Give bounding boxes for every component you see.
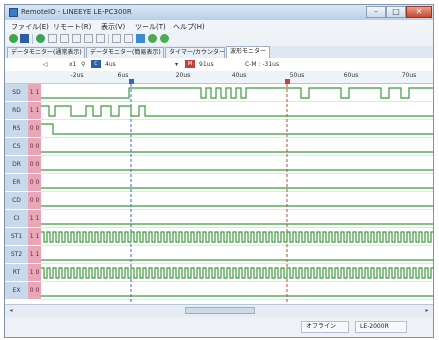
ruler-tick-label: 60us — [343, 72, 359, 79]
cursor-b-value: 91us — [199, 61, 214, 68]
control-bar: ◁ x1 ⚲ C 4us ▾ M 91us C-M : -31us — [5, 58, 433, 72]
signal-value: 1 1 — [28, 102, 41, 120]
waveform-canvas[interactable] — [41, 84, 433, 304]
horizontal-scrollbar[interactable]: ◂ ▸ — [5, 304, 433, 317]
back-icon[interactable] — [48, 34, 57, 43]
signal-name: CS — [5, 138, 28, 156]
menu-bar: ファイル(E) リモート(R) 表示(V) ツール(T) ヘルプ(H) — [5, 20, 433, 32]
toolbar — [5, 32, 433, 47]
zoom-in-icon[interactable] — [112, 34, 121, 43]
signal-value: 1 1 — [28, 210, 41, 228]
window-title: RemoteIO - LINEEYE LE-PC300R — [21, 8, 132, 16]
signal-name: ST2 — [5, 246, 28, 264]
print-icon[interactable] — [124, 34, 133, 43]
record-icon[interactable] — [36, 34, 45, 43]
menu-file[interactable]: ファイル(E) — [11, 22, 49, 32]
signal-value: 0 0 — [28, 120, 41, 138]
tab-data-monitor-normal[interactable]: データモニター(通常表示) — [7, 47, 85, 58]
tab-data-monitor-simple[interactable]: データモニター(簡易表示) — [86, 47, 164, 58]
tab-timer-counter[interactable]: タイマー/カウンター — [165, 47, 225, 58]
signal-name: EX — [5, 282, 28, 300]
ruler-tick-label: 50us — [289, 72, 305, 79]
ruler-tick-label: -2us — [70, 72, 84, 79]
refresh-icon[interactable] — [160, 34, 169, 43]
forward-icon[interactable] — [60, 34, 69, 43]
signal-waveform — [41, 267, 433, 279]
signal-waveform — [41, 123, 433, 135]
menu-remote[interactable]: リモート(R) — [53, 22, 91, 32]
signal-name: SD — [5, 84, 28, 102]
status-device: LE-2000R — [355, 321, 407, 333]
signal-waveform — [41, 231, 433, 243]
signal-name: CI — [5, 210, 28, 228]
monitor-icon[interactable] — [136, 34, 145, 43]
ruler-tick-label: 20us — [175, 72, 191, 79]
signal-value: 0 0 — [28, 192, 41, 210]
signal-name: CD — [5, 192, 28, 210]
menu-help[interactable]: ヘルプ(H) — [173, 22, 205, 32]
signal-waveform — [41, 87, 433, 99]
status-mode: オフライン — [301, 321, 349, 333]
app-icon — [9, 8, 18, 17]
green-arrow-icon[interactable] — [9, 34, 18, 43]
zoom-out-icon[interactable] — [96, 34, 105, 43]
signal-value: 1 1 — [28, 84, 41, 102]
ruler-tick-label: 6us — [117, 72, 129, 79]
tab-waveform-monitor[interactable]: 波形モニター — [226, 46, 270, 58]
signal-name: ER — [5, 174, 28, 192]
scroll-thumb[interactable] — [185, 307, 255, 314]
signal-value: 1 0 — [28, 264, 41, 282]
menu-tools[interactable]: ツール(T) — [135, 22, 166, 32]
settings-icon[interactable] — [148, 34, 157, 43]
minimize-button[interactable]: – — [366, 6, 386, 18]
paste-icon[interactable] — [84, 34, 93, 43]
signal-name: RS — [5, 120, 28, 138]
signal-name: ST1 — [5, 228, 28, 246]
maximize-button[interactable]: □ — [386, 6, 406, 18]
signal-value: 0 0 — [28, 138, 41, 156]
signal-value: 0 0 — [28, 156, 41, 174]
cursor-a-value: 4us — [105, 61, 116, 68]
signal-name: RT — [5, 264, 28, 282]
signal-waveform — [41, 105, 433, 117]
scroll-right-icon[interactable]: ▸ — [423, 307, 431, 314]
signal-value: 0 0 — [28, 174, 41, 192]
signal-value: 1 1 — [28, 228, 41, 246]
toolbar-separator — [32, 34, 33, 44]
app-window: RemoteIO - LINEEYE LE-PC300R – □ ✕ ファイル(… — [4, 4, 434, 338]
signal-value: 0 0 — [28, 282, 41, 300]
close-button[interactable]: ✕ — [406, 6, 432, 18]
tab-bar: データモニター(通常表示) データモニター(簡易表示) タイマー/カウンター 波… — [5, 46, 433, 58]
status-bar: オフライン LE-2000R — [5, 317, 433, 337]
cursor-a-badge: C — [91, 60, 101, 68]
copy-icon[interactable] — [72, 34, 81, 43]
time-ruler: -2us 6us 20us 40us 50us 60us 70us — [5, 71, 433, 84]
save-icon[interactable] — [20, 34, 29, 43]
scroll-left-icon[interactable]: ◂ — [7, 307, 15, 314]
waveform-plot: SD 1 1 RD 1 1 RS 0 0 CS 0 0 DR 0 0 ER 0 0 CD 0 0 CI 1 1… — [5, 84, 433, 304]
scale-arrow-icon[interactable]: ◁ — [43, 61, 48, 68]
zoom-icon[interactable]: ⚲ — [81, 61, 85, 68]
signal-name: RD — [5, 102, 28, 120]
menu-view[interactable]: 表示(V) — [101, 22, 125, 32]
dropdown-arrow-icon[interactable]: ▾ — [175, 61, 178, 68]
ruler-tick-label: 40us — [231, 72, 247, 79]
cursor-b-badge: M — [185, 60, 195, 68]
scale-label: x1 — [69, 61, 77, 68]
toolbar-separator — [108, 34, 109, 44]
signal-value: 1 1 — [28, 246, 41, 264]
ruler-tick-label: 70us — [401, 72, 417, 79]
title-bar: RemoteIO - LINEEYE LE-PC300R – □ ✕ — [5, 5, 433, 20]
signal-name: DR — [5, 156, 28, 174]
cursor-diff: C-M : -31us — [245, 61, 280, 68]
